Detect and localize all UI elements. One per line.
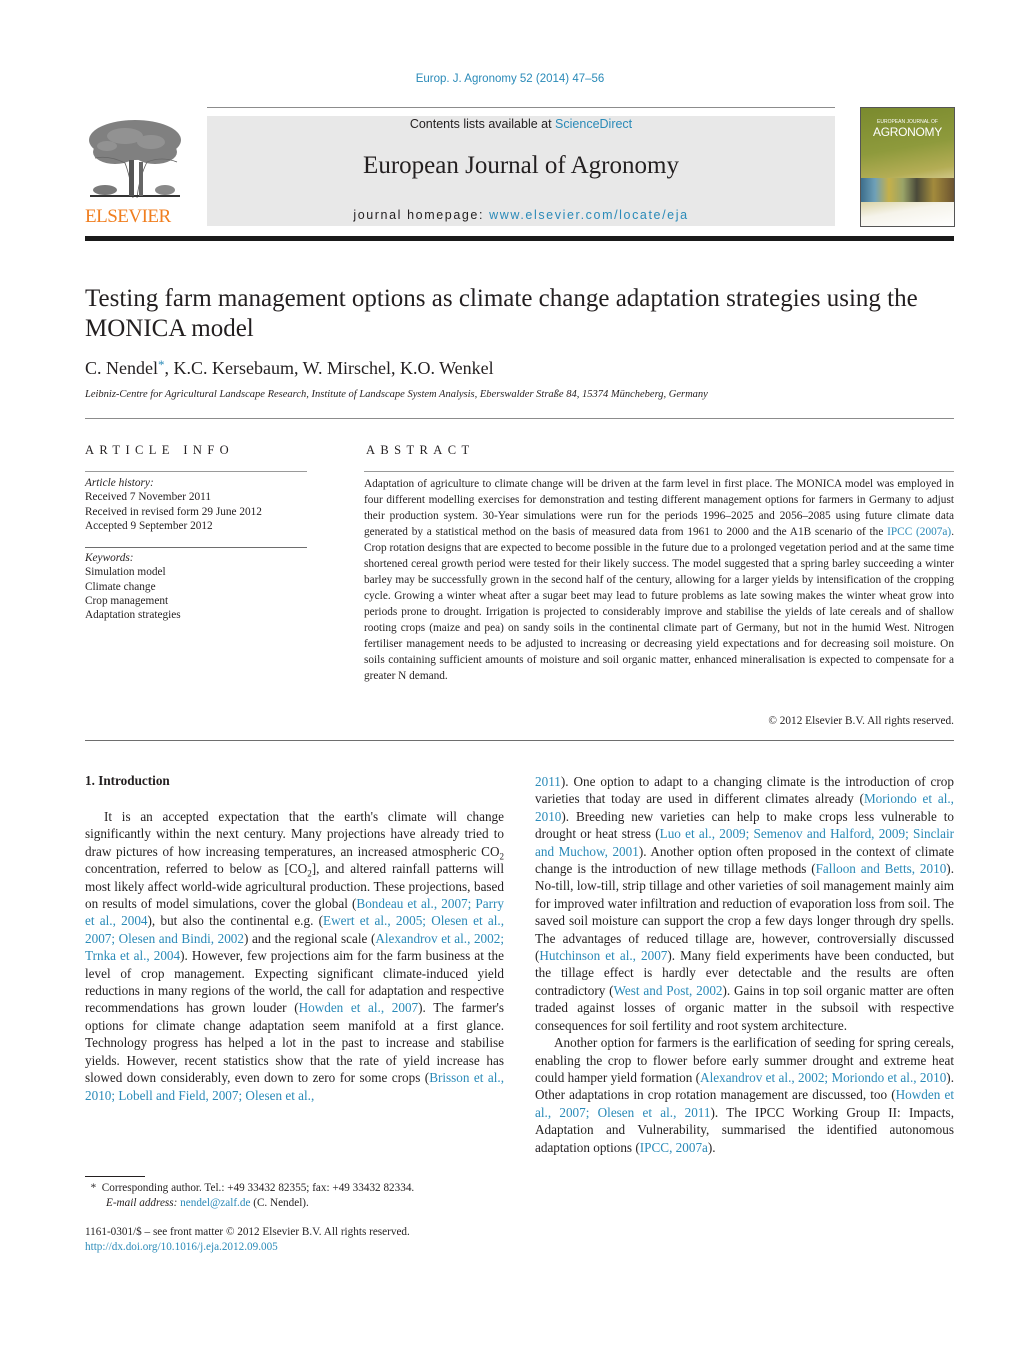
- author-names-rest[interactable]: , K.C. Kersebaum, W. Mirschel, K.O. Wenk…: [164, 358, 493, 378]
- history-entry: Accepted 9 September 2012: [85, 519, 213, 532]
- article-title: Testing farm management options as clima…: [85, 285, 918, 342]
- keywords-list: Keywords: Simulation model Climate chang…: [85, 551, 181, 622]
- abstract-text-part: . Crop rotation designs that are expecte…: [364, 526, 955, 682]
- journal-citation[interactable]: Europ. J. Agronomy 52 (2014) 47–56: [0, 73, 1020, 85]
- footnote-rule: [85, 1176, 145, 1177]
- citation-link[interactable]: IPCC (2007a): [887, 526, 951, 538]
- keyword: Crop management: [85, 594, 169, 607]
- intro-paragraph: Another option for farmers is the earlif…: [535, 1034, 954, 1156]
- text-run: ) and the regional scale (: [243, 930, 376, 946]
- email-label: E-mail address:: [106, 1197, 181, 1209]
- citation-link[interactable]: IPCC, 2007a: [640, 1140, 708, 1155]
- elsevier-wordmark: ELSEVIER: [85, 206, 171, 227]
- author-list: C. Nendel*, K.C. Kersebaum, W. Mirschel,…: [85, 357, 494, 379]
- keywords-label: Keywords:: [85, 552, 134, 564]
- author-email-link[interactable]: nendel@zalf.de: [180, 1197, 250, 1209]
- author-affiliation: Leibniz-Centre for Agricultural Landscap…: [85, 389, 708, 400]
- keyword: Simulation model: [85, 566, 166, 579]
- citation-link[interactable]: Falloon and Betts, 2010: [816, 861, 947, 876]
- history-entry: Received 7 November 2011: [85, 491, 212, 504]
- doi-link[interactable]: http://dx.doi.org/10.1016/j.eja.2012.09.…: [85, 1240, 410, 1255]
- footnote-text: Corresponding author. Tel.: +49 33432 82…: [101, 1182, 415, 1194]
- homepage-prefix: journal homepage:: [353, 208, 490, 222]
- journal-title: European Journal of Agronomy: [363, 152, 679, 179]
- citation-link[interactable]: Alexandrov et al., 2002; Moriondo et al.…: [700, 1070, 946, 1085]
- text-run: It is an accepted expectation that the e…: [85, 809, 504, 859]
- citation-link[interactable]: Howden et al., 2007: [299, 1000, 419, 1015]
- front-matter: 1161-0301/$ – see front matter © 2012 El…: [85, 1225, 410, 1255]
- keyword: Climate change: [85, 580, 156, 593]
- keywords-divider: [85, 547, 307, 548]
- cover-big-title: AGRONOMY: [873, 125, 942, 139]
- citation-link[interactable]: Hutchinson et al., 2007: [539, 948, 667, 963]
- article-info-divider: [85, 471, 307, 472]
- journal-masthead: Contents lists available at ScienceDirec…: [207, 116, 835, 226]
- elsevier-logo[interactable]: ELSEVIER: [85, 118, 185, 228]
- abstract-bottom-divider: [85, 740, 954, 741]
- abstract-text: Adaptation of agriculture to climate cha…: [364, 476, 954, 684]
- journal-homepage-link[interactable]: www.elsevier.com/locate/eja: [489, 208, 689, 222]
- article-info-heading: ARTICLE INFO: [85, 443, 235, 457]
- citation-link[interactable]: 2011: [535, 774, 561, 789]
- intro-paragraph: It is an accepted expectation that the e…: [85, 808, 504, 1104]
- article-history-label: Article history:: [85, 477, 154, 489]
- corresponding-author-footnote: * Corresponding author. Tel.: +49 33432 …: [85, 1181, 415, 1211]
- header-thick-rule: [85, 236, 954, 241]
- elsevier-tree-icon: [89, 120, 181, 199]
- contents-available-line: Contents lists available at ScienceDirec…: [207, 117, 835, 131]
- subscript: 2: [499, 851, 505, 862]
- intro-paragraph-continued: 2011). One option to adapt to a changing…: [535, 773, 954, 1034]
- contents-prefix: Contents lists available at: [409, 117, 556, 131]
- author-name[interactable]: C. Nendel: [85, 358, 158, 378]
- footnote-mark: *: [90, 1182, 97, 1194]
- header-divider: [207, 107, 835, 108]
- body-column-left: It is an accepted expectation that the e…: [85, 808, 504, 1104]
- email-suffix: (C. Nendel).: [250, 1197, 309, 1209]
- body-column-right: 2011). One option to adapt to a changing…: [535, 773, 954, 1156]
- article-history: Article history: Received 7 November 201…: [85, 476, 262, 533]
- issn-copyright-line: 1161-0301/$ – see front matter © 2012 El…: [85, 1226, 410, 1238]
- cover-photo-strip: [861, 178, 954, 202]
- section-heading-introduction: 1. Introduction: [85, 773, 170, 788]
- keyword: Adaptation strategies: [85, 609, 181, 622]
- journal-cover-image[interactable]: EUROPEAN JOURNAL OF AGRONOMY: [860, 107, 955, 227]
- abstract-text-part: Adaptation of agriculture to climate cha…: [364, 478, 954, 538]
- text-run: ), but also the continental e.g. (: [147, 913, 324, 929]
- affiliation-divider: [85, 418, 954, 419]
- text-run: ).: [707, 1139, 716, 1155]
- sciencedirect-link[interactable]: ScienceDirect: [555, 117, 632, 131]
- abstract-divider: [364, 471, 954, 472]
- history-entry: Received in revised form 29 June 2012: [85, 505, 262, 518]
- citation-link[interactable]: West and Post, 2002: [614, 983, 723, 998]
- abstract-heading: ABSTRACT: [366, 443, 475, 457]
- journal-homepage-line: journal homepage: www.elsevier.com/locat…: [207, 208, 835, 222]
- text-run: concentration, referred to below as [CO: [85, 861, 308, 877]
- abstract-copyright: © 2012 Elsevier B.V. All rights reserved…: [768, 715, 954, 727]
